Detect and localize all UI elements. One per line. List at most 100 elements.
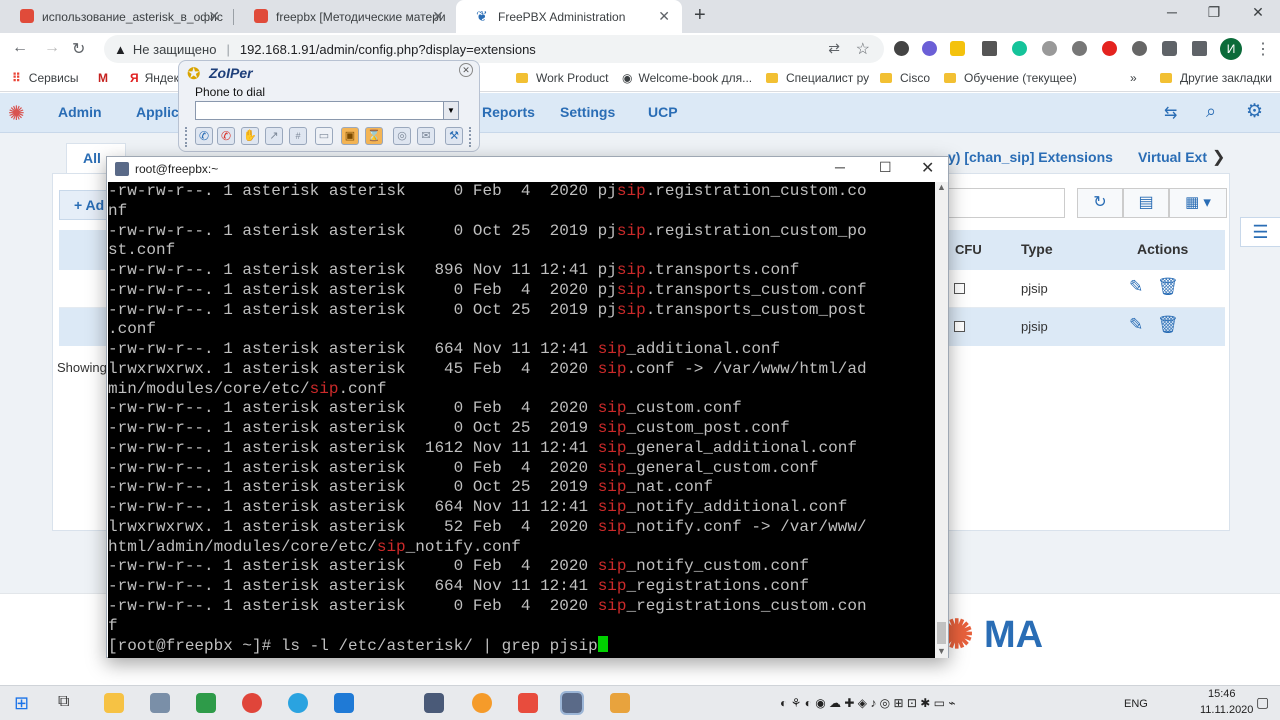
putty-task-icon[interactable] bbox=[560, 691, 584, 715]
mail-icon[interactable]: ✉ bbox=[417, 127, 435, 145]
column-type[interactable]: Type bbox=[1021, 241, 1053, 257]
bookmark-cisco[interactable]: Cisco bbox=[880, 71, 930, 85]
virtualbox-icon[interactable] bbox=[424, 693, 444, 713]
terminal-scrollbar[interactable]: ▲ ▼ bbox=[935, 182, 948, 658]
vscode-icon[interactable] bbox=[334, 693, 354, 713]
notifications-icon[interactable]: ▢ bbox=[1256, 694, 1269, 711]
record-icon[interactable]: ⌛ bbox=[365, 127, 383, 145]
close-icon[interactable]: ✕ bbox=[921, 158, 934, 178]
bookmark-welcome-book[interactable]: ◉ Welcome-book для... bbox=[622, 71, 752, 85]
sidebar-list-icon[interactable]: ☰ bbox=[1240, 217, 1280, 247]
puzzle-icon[interactable] bbox=[1162, 41, 1177, 56]
extension-icon[interactable] bbox=[1042, 41, 1057, 56]
bookmark-star-icon[interactable]: ☆ bbox=[856, 39, 870, 59]
extension-icon[interactable] bbox=[894, 41, 909, 56]
bookmark-specialist[interactable]: Специалист ру bbox=[766, 71, 869, 85]
restore-icon[interactable]: ❐ bbox=[1192, 4, 1236, 21]
file-explorer-icon[interactable] bbox=[104, 693, 124, 713]
edit-icon[interactable]: ✎ bbox=[1129, 277, 1143, 297]
trash-icon[interactable]: 🗑 bbox=[1157, 315, 1179, 335]
conference-icon[interactable]: ◎ bbox=[393, 127, 411, 145]
dtmf-icon[interactable]: # bbox=[289, 127, 307, 145]
tab-freepbx-admin[interactable]: ❦ FreePBX Administration ✕ bbox=[456, 0, 682, 33]
extension-icon[interactable] bbox=[982, 41, 997, 56]
tab-virtual-extensions[interactable]: Virtual Ext bbox=[1138, 149, 1207, 165]
history-icon[interactable]: ▣ bbox=[341, 127, 359, 145]
extension-icon[interactable] bbox=[1132, 41, 1147, 56]
zoiper-task-icon[interactable] bbox=[610, 693, 630, 713]
transfer-icon[interactable]: ↗ bbox=[265, 127, 283, 145]
search-field[interactable] bbox=[933, 188, 1065, 218]
phone-input[interactable]: ▼ bbox=[195, 101, 459, 120]
bookmark-services[interactable]: ⠿ Сервисы bbox=[12, 71, 79, 85]
freepbx-logo-icon[interactable]: ✺ bbox=[8, 101, 25, 126]
clock-time[interactable]: 15:46 bbox=[1208, 688, 1236, 700]
opera-icon[interactable] bbox=[1102, 41, 1117, 56]
translate-icon[interactable]: ⇄ bbox=[828, 40, 840, 57]
putty-titlebar[interactable]: root@freepbx:~ ─ ☐ ✕ bbox=[107, 157, 948, 182]
profile-avatar[interactable]: И bbox=[1220, 38, 1242, 60]
close-tab-icon[interactable]: ✕ bbox=[658, 8, 670, 25]
hold-icon[interactable]: ✋ bbox=[241, 127, 259, 145]
gmail-icon[interactable]: M bbox=[98, 71, 108, 85]
dropdown-arrow-icon[interactable]: ▼ bbox=[443, 102, 458, 119]
scroll-down-icon[interactable]: ▼ bbox=[937, 646, 946, 656]
nav-reports[interactable]: Reports bbox=[482, 104, 535, 120]
contacts-icon[interactable]: ▭ bbox=[315, 127, 333, 145]
settings-wrench-icon[interactable]: ⚒ bbox=[445, 127, 463, 145]
trash-icon[interactable]: 🗑 bbox=[1157, 277, 1179, 297]
nav-settings[interactable]: Settings bbox=[560, 104, 615, 120]
cfu-checkbox[interactable] bbox=[954, 321, 965, 332]
nav-ucp[interactable]: UCP bbox=[648, 104, 678, 120]
nav-applications[interactable]: Applic bbox=[136, 104, 179, 120]
clock-date[interactable]: 11.11.2020 bbox=[1200, 704, 1253, 716]
chevron-right-icon[interactable]: ❯ bbox=[1212, 147, 1225, 167]
bookmark-other[interactable]: Другие закладки bbox=[1160, 71, 1272, 85]
tray-icons[interactable]: ◐ ⚘ ◐ ◉ ☁ ✚ ◈ ♪ ◎ ⊞ ⊡ ✱ ▭ ⌁ bbox=[780, 696, 956, 710]
close-tab-icon[interactable]: ✕ bbox=[432, 8, 444, 25]
windows-start-icon[interactable]: ⊞ bbox=[14, 693, 29, 714]
bookmark-yandex[interactable]: Я Яндекс bbox=[130, 71, 185, 85]
reload-icon[interactable]: ↻ bbox=[72, 39, 85, 59]
app-icon[interactable] bbox=[518, 693, 538, 713]
search-icon[interactable]: ⌕ bbox=[1206, 101, 1216, 122]
tab-chan-sip-extensions[interactable]: y) [chan_sip] Extensions bbox=[948, 149, 1113, 165]
camera-icon[interactable] bbox=[150, 693, 170, 713]
menu-icon[interactable]: ⋮ bbox=[1255, 39, 1271, 59]
terminal-output[interactable]: -rw-rw-r--. 1 asterisk asterisk 0 Feb 4 … bbox=[108, 182, 935, 658]
maximize-icon[interactable]: ☐ bbox=[879, 159, 892, 176]
address-bar[interactable]: ▲ Не защищено | 192.168.1.91/admin/confi… bbox=[104, 35, 884, 63]
gear-icon[interactable]: ⚙ bbox=[1246, 100, 1263, 123]
xmind-icon[interactable] bbox=[196, 693, 216, 713]
zoiper-close-icon[interactable]: ✕ bbox=[459, 63, 473, 77]
minimize-icon[interactable]: ─ bbox=[1150, 4, 1194, 20]
columns-icon[interactable]: ▦ ▾ bbox=[1169, 188, 1227, 218]
refresh-icon[interactable]: ↻ bbox=[1077, 188, 1123, 218]
url-text[interactable]: 192.168.1.91/admin/config.php?display=ex… bbox=[240, 42, 536, 57]
new-tab-button[interactable]: + bbox=[694, 4, 706, 27]
scroll-thumb[interactable] bbox=[937, 622, 946, 644]
chrome-icon[interactable] bbox=[242, 693, 262, 713]
scroll-up-icon[interactable]: ▲ bbox=[937, 182, 946, 192]
cast-icon[interactable] bbox=[1192, 41, 1207, 56]
task-view-icon[interactable]: ⧉ bbox=[58, 693, 69, 711]
close-tab-icon[interactable]: ✕ bbox=[208, 8, 220, 25]
list-view-icon[interactable]: ▤ bbox=[1123, 188, 1169, 218]
close-window-icon[interactable]: ✕ bbox=[1236, 4, 1280, 21]
cfu-checkbox[interactable] bbox=[954, 283, 965, 294]
nav-admin[interactable]: Admin bbox=[58, 104, 102, 120]
tab-freepbx-methodics[interactable]: freepbx [Методические матери ✕ bbox=[234, 0, 456, 33]
language-icon[interactable]: ⇆ bbox=[1164, 103, 1177, 123]
extension-icon[interactable] bbox=[1072, 41, 1087, 56]
dial-icon[interactable]: ✆ bbox=[195, 127, 213, 145]
bookmark-work-product[interactable]: Work Product bbox=[516, 71, 608, 85]
extension-icon[interactable] bbox=[1012, 41, 1027, 56]
extension-icon[interactable] bbox=[922, 41, 937, 56]
telegram-icon[interactable] bbox=[288, 693, 308, 713]
back-icon[interactable]: ← bbox=[12, 39, 28, 57]
forward-icon[interactable]: → bbox=[44, 39, 60, 57]
hangup-icon[interactable]: ✆ bbox=[217, 127, 235, 145]
terminal-prompt[interactable]: [root@freepbx ~]# ls -l /etc/asterisk/ |… bbox=[108, 636, 935, 656]
extension-icon[interactable] bbox=[950, 41, 965, 56]
edit-icon[interactable]: ✎ bbox=[1129, 315, 1143, 335]
